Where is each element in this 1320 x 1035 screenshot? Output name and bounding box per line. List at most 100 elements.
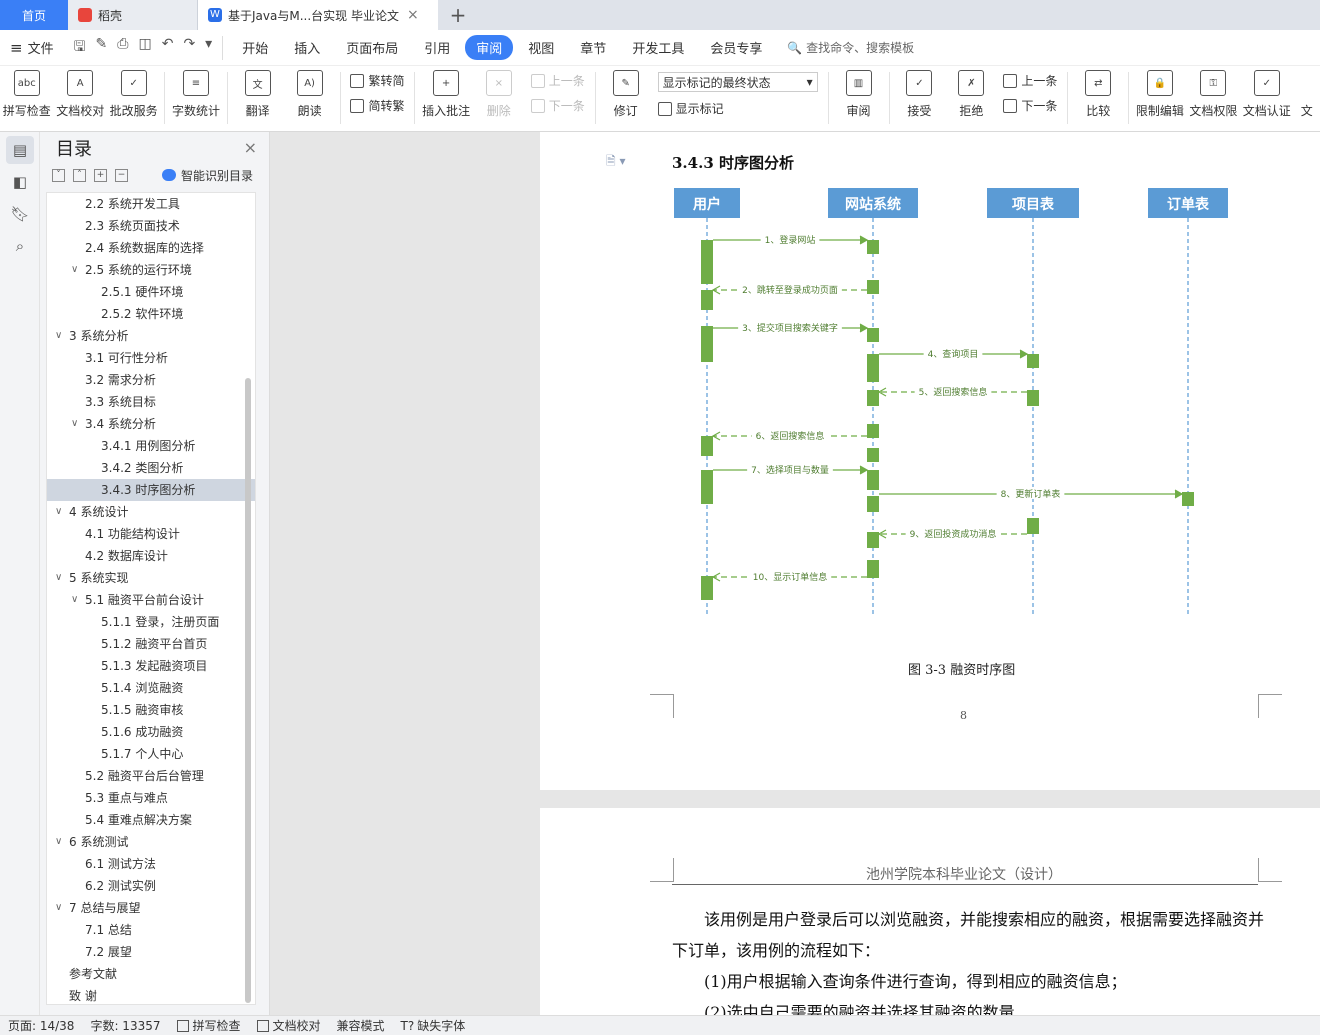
toc-item[interactable]: 5.4 重难点解决方案 bbox=[47, 809, 255, 831]
insert-comment-button[interactable]: + 插入批注 bbox=[419, 70, 472, 119]
toc-item[interactable]: 2.5.2 软件环境 bbox=[47, 303, 255, 325]
toc-pane-icon[interactable]: ▤ bbox=[6, 136, 34, 164]
search-icon[interactable]: ⌕ bbox=[6, 232, 34, 260]
next-comment-button[interactable]: 下一条 bbox=[530, 97, 585, 114]
remove-level-icon[interactable]: − bbox=[115, 168, 128, 182]
menu-item[interactable]: 视图 bbox=[517, 35, 565, 60]
word-count[interactable]: 字数: 13357 bbox=[82, 1017, 168, 1034]
trad-to-simp-button[interactable]: 繁转简 bbox=[350, 72, 404, 89]
toc-item[interactable]: 2.4 系统数据库的选择 bbox=[47, 237, 255, 259]
prev-comment-button[interactable]: 上一条 bbox=[530, 72, 585, 89]
word-count-button[interactable]: ≡ 字数统计 bbox=[169, 70, 222, 119]
toc-item[interactable]: ∨ 3 系统分析 bbox=[47, 325, 255, 347]
toc-item[interactable]: 5.1.2 融资平台首页 bbox=[47, 633, 255, 655]
compare-button[interactable]: ⇄ 比较 bbox=[1072, 70, 1124, 119]
toc-item[interactable]: ∨ 5 系统实现 bbox=[47, 567, 255, 589]
read-aloud-button[interactable]: A) 朗读 bbox=[284, 70, 336, 119]
review-pane-button[interactable]: ▥ 审阅 bbox=[833, 70, 885, 119]
tab-daoke[interactable]: 稻壳 bbox=[68, 0, 198, 30]
toc-item[interactable]: 5.2 融资平台后台管理 bbox=[47, 765, 255, 787]
file-menu[interactable]: ≡ 文件 bbox=[0, 38, 64, 58]
toc-item[interactable]: ∨ 3.4 系统分析 bbox=[47, 413, 255, 435]
smart-toc-button[interactable]: 智能识别目录 bbox=[162, 167, 253, 184]
toc-item[interactable]: 2.2 系统开发工具 bbox=[47, 193, 255, 215]
reject-button[interactable]: ✗ 拒绝 bbox=[945, 70, 997, 119]
chevron-down-icon[interactable]: ∨ bbox=[55, 567, 62, 589]
close-icon[interactable]: × bbox=[244, 138, 257, 157]
spell-check-button[interactable]: abc 拼写检查 bbox=[0, 70, 53, 119]
chevron-down-icon[interactable]: ∨ bbox=[55, 831, 62, 853]
chevron-down-icon[interactable]: ∨ bbox=[71, 259, 78, 281]
toc-item[interactable]: 3.4.3 时序图分析 bbox=[47, 479, 255, 501]
prev-change-button[interactable]: 上一条 bbox=[1003, 72, 1057, 89]
tab-close-icon[interactable]: × bbox=[407, 7, 419, 23]
toc-item[interactable]: 5.3 重点与难点 bbox=[47, 787, 255, 809]
toc-scrollbar[interactable] bbox=[245, 378, 251, 1003]
format-painter-icon[interactable]: ✎ bbox=[96, 36, 108, 60]
delete-comment-button[interactable]: × 删除 bbox=[473, 70, 525, 119]
simp-to-trad-button[interactable]: 简转繁 bbox=[350, 97, 404, 114]
toc-item[interactable]: 4.2 数据库设计 bbox=[47, 545, 255, 567]
command-search[interactable]: 🔍 查找命令、搜索模板 bbox=[787, 39, 914, 56]
chevron-down-icon[interactable]: ∨ bbox=[55, 897, 62, 919]
menu-item[interactable]: 开发工具 bbox=[621, 35, 695, 60]
toc-item[interactable]: ∨ 7 总结与展望 bbox=[47, 897, 255, 919]
toc-item[interactable]: 致 谢 bbox=[47, 985, 255, 1004]
translate-button[interactable]: 文翻译 bbox=[232, 70, 284, 119]
missing-font[interactable]: T? 缺失字体 bbox=[393, 1017, 474, 1034]
toc-item[interactable]: 2.5.1 硬件环境 bbox=[47, 281, 255, 303]
toc-item[interactable]: 6.1 测试方法 bbox=[47, 853, 255, 875]
toc-item[interactable]: 5.1.3 发起融资项目 bbox=[47, 655, 255, 677]
menu-item[interactable]: 插入 bbox=[283, 35, 331, 60]
toc-item[interactable]: 3.4.1 用例图分析 bbox=[47, 435, 255, 457]
page-indicator[interactable]: 页面: 14/38 bbox=[0, 1017, 82, 1034]
status-spell-check[interactable]: 拼写检查 bbox=[169, 1017, 249, 1034]
toc-item[interactable]: 5.1.4 浏览融资 bbox=[47, 677, 255, 699]
toc-item[interactable]: 5.1.1 登录，注册页面 bbox=[47, 611, 255, 633]
menu-item[interactable]: 引用 bbox=[413, 35, 461, 60]
toc-item[interactable]: 参考文献 bbox=[47, 963, 255, 985]
toc-item[interactable]: ∨ 2.5 系统的运行环境 bbox=[47, 259, 255, 281]
toc-item[interactable]: 5.1.7 个人中心 bbox=[47, 743, 255, 765]
save-icon[interactable]: 🖫 bbox=[74, 36, 86, 60]
document-icon[interactable]: 🗎︎ ▾ bbox=[606, 152, 626, 173]
print-icon[interactable]: ⎙ bbox=[117, 36, 128, 60]
tab-document[interactable]: W 基于Java与M...台实现 毕业论文 × bbox=[198, 0, 438, 30]
menu-item[interactable]: 章节 bbox=[569, 35, 617, 60]
chevron-down-icon[interactable]: ∨ bbox=[71, 589, 78, 611]
add-level-icon[interactable]: + bbox=[94, 168, 107, 182]
chevron-down-icon[interactable]: ∨ bbox=[55, 325, 62, 347]
toc-item[interactable]: 3.4.2 类图分析 bbox=[47, 457, 255, 479]
chevron-down-icon[interactable]: ∨ bbox=[71, 413, 78, 435]
restrict-editing-button[interactable]: 🔒 限制编辑 bbox=[1133, 70, 1186, 119]
toc-item[interactable]: ∨ 4 系统设计 bbox=[47, 501, 255, 523]
preview-icon[interactable]: ◫ bbox=[138, 36, 151, 60]
next-change-button[interactable]: 下一条 bbox=[1003, 97, 1057, 114]
menu-item[interactable]: 会员专享 bbox=[699, 35, 773, 60]
menu-item[interactable]: 页面布局 bbox=[335, 35, 409, 60]
new-tab-button[interactable]: + bbox=[438, 0, 478, 30]
toc-item[interactable]: 7.2 展望 bbox=[47, 941, 255, 963]
toc-item[interactable]: 5.1.5 融资审核 bbox=[47, 699, 255, 721]
toc-item[interactable]: ∨ 6 系统测试 bbox=[47, 831, 255, 853]
proofread-button[interactable]: A 文档校对 bbox=[53, 70, 106, 119]
ribbon-overflow-button[interactable]: 文 bbox=[1294, 70, 1320, 119]
menu-item[interactable]: 开始 bbox=[231, 35, 279, 60]
tab-home[interactable]: 首页 bbox=[0, 0, 68, 30]
bookmark-icon[interactable]: 🔖︎ bbox=[6, 200, 34, 228]
toc-item[interactable]: 3.1 可行性分析 bbox=[47, 347, 255, 369]
menu-item[interactable]: 审阅 bbox=[465, 35, 514, 60]
document-cert-button[interactable]: ✓ 文档认证 bbox=[1240, 70, 1293, 119]
toc-item[interactable]: ∨ 5.1 融资平台前台设计 bbox=[47, 589, 255, 611]
toc-item[interactable]: 3.3 系统目标 bbox=[47, 391, 255, 413]
track-changes-button[interactable]: ✎ 修订 bbox=[600, 70, 652, 119]
redo-icon[interactable]: ↷ bbox=[183, 36, 195, 60]
toc-item[interactable]: 7.1 总结 bbox=[47, 919, 255, 941]
toc-item[interactable]: 5.1.6 成功融资 bbox=[47, 721, 255, 743]
chevron-down-icon[interactable]: ∨ bbox=[55, 501, 62, 523]
status-proofread[interactable]: 文档校对 bbox=[249, 1017, 329, 1034]
more-icon[interactable]: ▾ bbox=[205, 36, 212, 60]
markup-state-select[interactable]: 显示标记的最终状态 ▾ bbox=[657, 72, 818, 92]
accept-button[interactable]: ✓ 接受 bbox=[893, 70, 945, 119]
collapse-all-icon[interactable]: ˅ bbox=[52, 168, 65, 182]
